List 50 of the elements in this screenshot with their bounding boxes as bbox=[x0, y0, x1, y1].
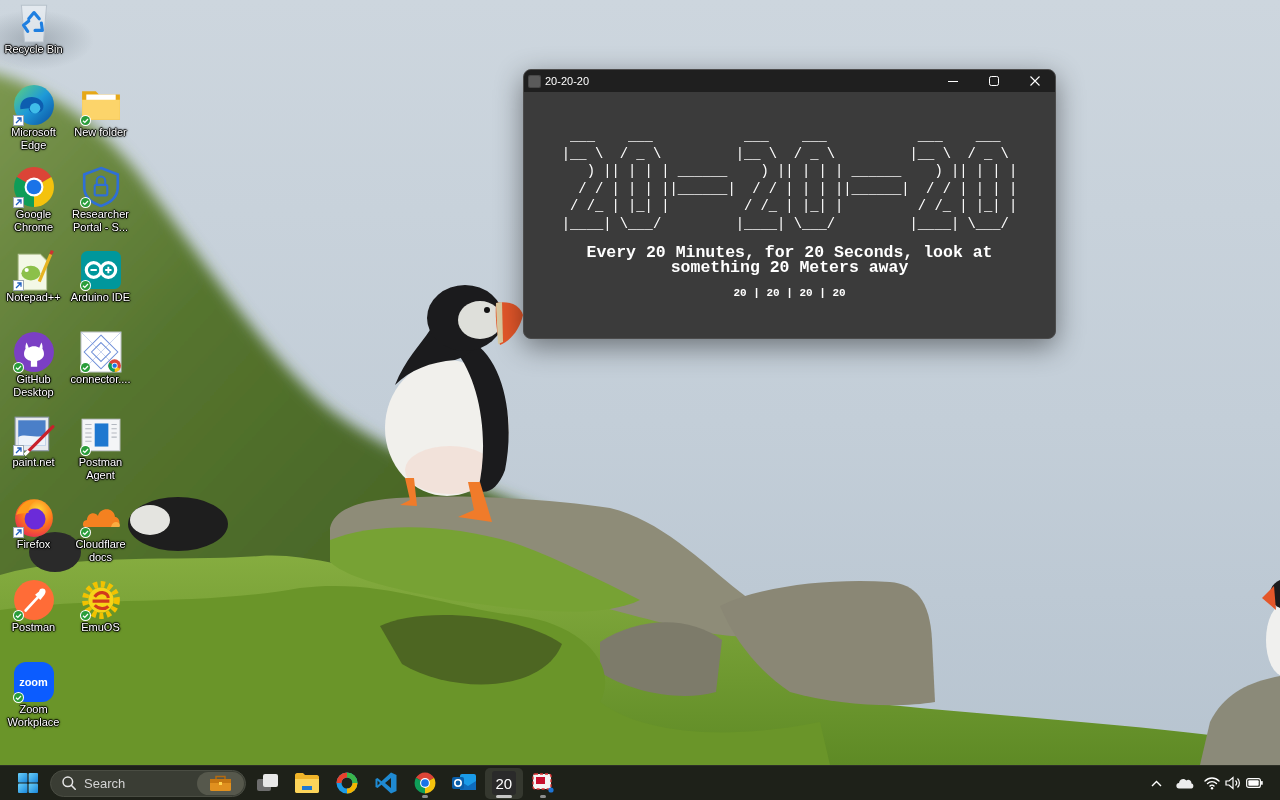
desktop-item[interactable]: Researcher Portal - S... bbox=[67, 165, 134, 234]
battery-icon[interactable] bbox=[1246, 778, 1263, 788]
desktop-item[interactable]: Arduino IDE bbox=[67, 247, 134, 304]
reminder-message: Every 20 Minutes, for 20 Seconds, look at something 20 Meters away bbox=[585, 246, 994, 275]
cloud-icon[interactable] bbox=[1175, 777, 1194, 789]
speaker-icon[interactable] bbox=[1225, 776, 1241, 790]
desktop-item[interactable]: Google Chrome bbox=[0, 165, 67, 234]
close-icon bbox=[1029, 76, 1040, 86]
task-view-icon bbox=[257, 774, 279, 792]
gear-icon bbox=[79, 578, 122, 621]
browser-logo-icon bbox=[12, 166, 55, 208]
desktop-item[interactable]: Firefox bbox=[0, 495, 67, 551]
taskbar-app-button[interactable]: 20 bbox=[484, 767, 523, 799]
briefcase-icon[interactable] bbox=[197, 771, 244, 795]
cat-logo-icon bbox=[12, 331, 55, 373]
desktop-item[interactable]: GitHub Desktop bbox=[0, 330, 67, 399]
wifi-icon[interactable] bbox=[1204, 776, 1220, 790]
maximize-icon bbox=[988, 76, 999, 86]
interval-footer: 20 | 20 | 20 | 20 bbox=[733, 287, 846, 300]
desktop-item[interactable]: zoom Zoom Workplace bbox=[0, 660, 67, 729]
window-title: 20-20-20 bbox=[545, 75, 590, 87]
search-input[interactable]: Search bbox=[84, 774, 197, 792]
chevron-up-icon[interactable] bbox=[1151, 779, 1162, 787]
minimize-icon bbox=[947, 80, 958, 82]
app-tile: 20 bbox=[491, 771, 516, 795]
ring-logo-icon bbox=[335, 772, 358, 794]
mail-logo-icon bbox=[452, 773, 477, 793]
desktop-item[interactable]: Microsoft Edge bbox=[0, 82, 67, 152]
swirl-logo-icon bbox=[12, 83, 55, 126]
screen-clip-icon bbox=[532, 773, 555, 793]
diamond-pattern-icon bbox=[79, 331, 122, 373]
ribbon-logo-icon bbox=[374, 772, 397, 794]
search-bar[interactable]: Search bbox=[50, 769, 246, 797]
desktop-item[interactable]: connector.... bbox=[67, 330, 134, 386]
desktop-item[interactable]: Cloudflare docs bbox=[67, 495, 134, 564]
flame-globe-icon bbox=[12, 496, 55, 538]
desktop-item[interactable]: New folder bbox=[67, 82, 134, 139]
four-tiles-icon bbox=[18, 773, 38, 793]
document-icon bbox=[79, 417, 122, 452]
desktop-item[interactable]: Postman bbox=[0, 577, 67, 634]
desktop-item[interactable]: Notepad++ bbox=[0, 247, 67, 304]
desktop-item[interactable]: EmuOS bbox=[67, 577, 134, 634]
folder-icon bbox=[295, 773, 320, 793]
figure-logo-icon bbox=[12, 578, 55, 621]
browser-logo-icon bbox=[414, 772, 437, 794]
desktop-item[interactable]: Postman Agent bbox=[67, 412, 134, 482]
search-icon bbox=[62, 776, 76, 790]
desktop-item[interactable]: paint.net bbox=[0, 412, 67, 469]
ascii-art-text: ___ ___ ___ ___ ___ ___ |__ \ / _ \ |__ \ / _ \ |__ \ / _ \ ) || | | | ______ ) || | | | ______ ) || | | | / / | | | ||______| / / | | | ||______| / / | | | | / /_ | |_| | / /_ | |_| | / /_ | |_| | |____| \___/ |____| \___/ |____| \___/ bbox=[561, 128, 1018, 233]
app-icon bbox=[528, 74, 541, 88]
